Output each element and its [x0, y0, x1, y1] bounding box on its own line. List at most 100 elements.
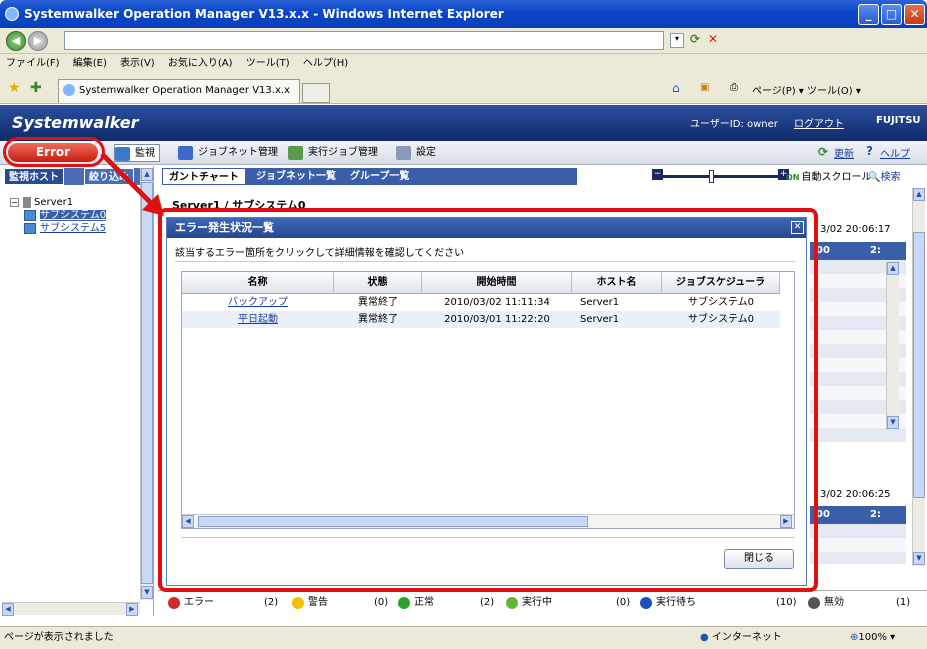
gantt-header-2: 00 2:: [810, 506, 906, 524]
exec-job-icon: [288, 146, 303, 160]
tree-node-subsystem5[interactable]: サブシステム5: [24, 222, 106, 235]
home-icon[interactable]: ⌂: [672, 81, 680, 95]
scroll-thumb[interactable]: [141, 182, 153, 584]
logout-link[interactable]: ログアウト: [794, 115, 844, 130]
status-disabled-count: (1): [896, 597, 911, 608]
gantt-col: 2:: [870, 509, 881, 520]
fujitsu-logo: FUJITSU: [876, 115, 921, 126]
scroll-down-icon[interactable]: ▼: [913, 552, 925, 565]
status-warning[interactable]: 警告: [292, 596, 328, 610]
running-status-icon: [506, 597, 518, 609]
help-icon[interactable]: ?: [866, 144, 873, 158]
subsystem0-link[interactable]: サブシステム0: [40, 210, 107, 221]
print-icon[interactable]: ⎙: [730, 82, 738, 93]
zoom-level[interactable]: ⊕100% ▾: [850, 627, 895, 649]
status-waiting[interactable]: 実行待ち: [640, 596, 696, 610]
scroll-right-icon[interactable]: ▶: [126, 603, 138, 616]
gantt-col: 2:: [870, 245, 881, 256]
tab-jobnet-list[interactable]: ジョブネット一覧: [250, 168, 342, 185]
tab-gantt-chart[interactable]: ガントチャート: [162, 168, 246, 185]
feeds-icon[interactable]: ▣: [700, 82, 709, 93]
status-normal-count: (2): [480, 597, 495, 608]
refresh-icon[interactable]: ⟳: [818, 145, 828, 159]
collapse-icon[interactable]: −: [10, 198, 19, 207]
left-horizontal-scrollbar[interactable]: ◀ ▶: [2, 602, 140, 616]
address-dropdown-icon[interactable]: ▾: [670, 33, 684, 48]
server-icon: [23, 197, 31, 208]
right-vertical-scrollbar[interactable]: ▲ ▼: [912, 188, 925, 566]
tab-group-list[interactable]: グループ一覧: [344, 168, 415, 185]
annotation-arrow-icon: [100, 152, 164, 216]
tree-node-server1[interactable]: − Server1: [10, 196, 106, 209]
gantt-rows-2: [810, 524, 906, 564]
maximize-button[interactable]: □: [881, 4, 902, 25]
refresh-link[interactable]: 更新: [834, 145, 854, 160]
status-normal-label: 正常: [414, 597, 434, 608]
warning-status-icon: [292, 597, 304, 609]
status-disabled[interactable]: 無効: [808, 596, 844, 610]
status-disabled-label: 無効: [824, 597, 844, 608]
menu-view[interactable]: 表示(V): [120, 58, 155, 69]
gantt-scrollbar-1[interactable]: ▲ ▼: [886, 262, 899, 430]
subsystem-icon: [24, 223, 36, 234]
subsystem5-link[interactable]: サブシステム5: [40, 223, 106, 234]
status-waiting-count: (10): [776, 597, 797, 608]
scroll-thumb[interactable]: [913, 232, 925, 498]
menu-help[interactable]: ヘルプ(H): [303, 58, 348, 69]
stop-icon[interactable]: ✕: [708, 32, 724, 49]
page-loaded-status: ページが表示されました: [4, 632, 114, 643]
status-error[interactable]: エラー: [168, 596, 214, 610]
status-error-count: (2): [264, 597, 279, 608]
status-waiting-label: 実行待ち: [656, 597, 696, 608]
zoom-slider[interactable]: [663, 170, 778, 183]
left-vertical-scrollbar[interactable]: ▲ ▼: [140, 168, 153, 600]
menu-favorites[interactable]: お気に入り(A): [168, 58, 233, 69]
tab-jobnet-management[interactable]: ジョブネット管理: [178, 144, 278, 162]
minimize-button[interactable]: _: [858, 4, 879, 25]
url-input[interactable]: [64, 31, 664, 50]
add-favorites-icon[interactable]: ✚: [30, 80, 42, 96]
systemwalker-logo: Systemwalker: [12, 113, 139, 132]
tree-node-subsystem0[interactable]: サブシステム0: [24, 209, 107, 222]
scroll-up-icon[interactable]: ▲: [887, 262, 899, 275]
menu-file[interactable]: ファイル(F): [6, 58, 60, 69]
error-status-icon: [168, 597, 180, 609]
favorites-star-icon[interactable]: ★: [8, 80, 21, 96]
zoom-out-icon[interactable]: −: [652, 169, 663, 180]
scroll-down-icon[interactable]: ▼: [141, 586, 153, 599]
scroll-left-icon[interactable]: ◀: [2, 603, 14, 616]
tab-settings[interactable]: 設定: [396, 144, 436, 162]
menu-bar: ファイル(F) 編集(E) 表示(V) お気に入り(A) ツール(T) ヘルプ(…: [0, 54, 927, 74]
status-normal[interactable]: 正常: [398, 596, 434, 610]
auto-scroll-toggle[interactable]: ON 自動スクロール: [786, 168, 872, 183]
subsystem-icon: [24, 210, 36, 221]
tab-settings-label: 設定: [416, 147, 436, 158]
window-title: Systemwalker Operation Manager V13.x.x -…: [24, 7, 504, 21]
browser-tab[interactable]: Systemwalker Operation Manager V13.x.x: [58, 79, 300, 103]
status-running[interactable]: 実行中: [506, 596, 552, 610]
normal-status-icon: [398, 597, 410, 609]
status-running-label: 実行中: [522, 597, 552, 608]
help-link[interactable]: ヘルプ: [880, 145, 910, 160]
gantt-date-2: 3/02 20:06:25: [820, 489, 891, 500]
search-link[interactable]: 🔍検索: [868, 168, 900, 183]
forward-icon[interactable]: ▶: [28, 31, 48, 51]
close-window-button[interactable]: ✕: [904, 4, 925, 25]
refresh-page-icon[interactable]: ⟳: [690, 32, 708, 49]
zoom-slider-knob[interactable]: [709, 170, 714, 183]
browser-tools-menu[interactable]: ページ(P) ▾ ツール(O) ▾: [752, 82, 861, 97]
tab-exec-job-management[interactable]: 実行ジョブ管理: [288, 144, 378, 162]
browser-status-bar: ページが表示されました ● インターネット ⊕100% ▾: [0, 626, 927, 649]
search-label: 検索: [880, 172, 901, 183]
back-icon[interactable]: ◀: [6, 31, 26, 51]
browser-tab-title: Systemwalker Operation Manager V13.x.x: [79, 85, 290, 96]
tab-exec-job-label: 実行ジョブ管理: [308, 147, 378, 158]
scroll-up-icon[interactable]: ▲: [913, 188, 925, 201]
tab-monitored-hosts[interactable]: 監視ホスト: [4, 168, 64, 185]
app-header: Systemwalker ユーザーID: owner ログアウト FUJITSU: [0, 105, 927, 141]
new-tab-button[interactable]: [302, 83, 330, 103]
scroll-down-icon[interactable]: ▼: [887, 416, 899, 429]
user-id: ユーザーID: owner: [690, 119, 778, 130]
menu-tools[interactable]: ツール(T): [246, 58, 290, 69]
menu-edit[interactable]: 編集(E): [73, 58, 107, 69]
